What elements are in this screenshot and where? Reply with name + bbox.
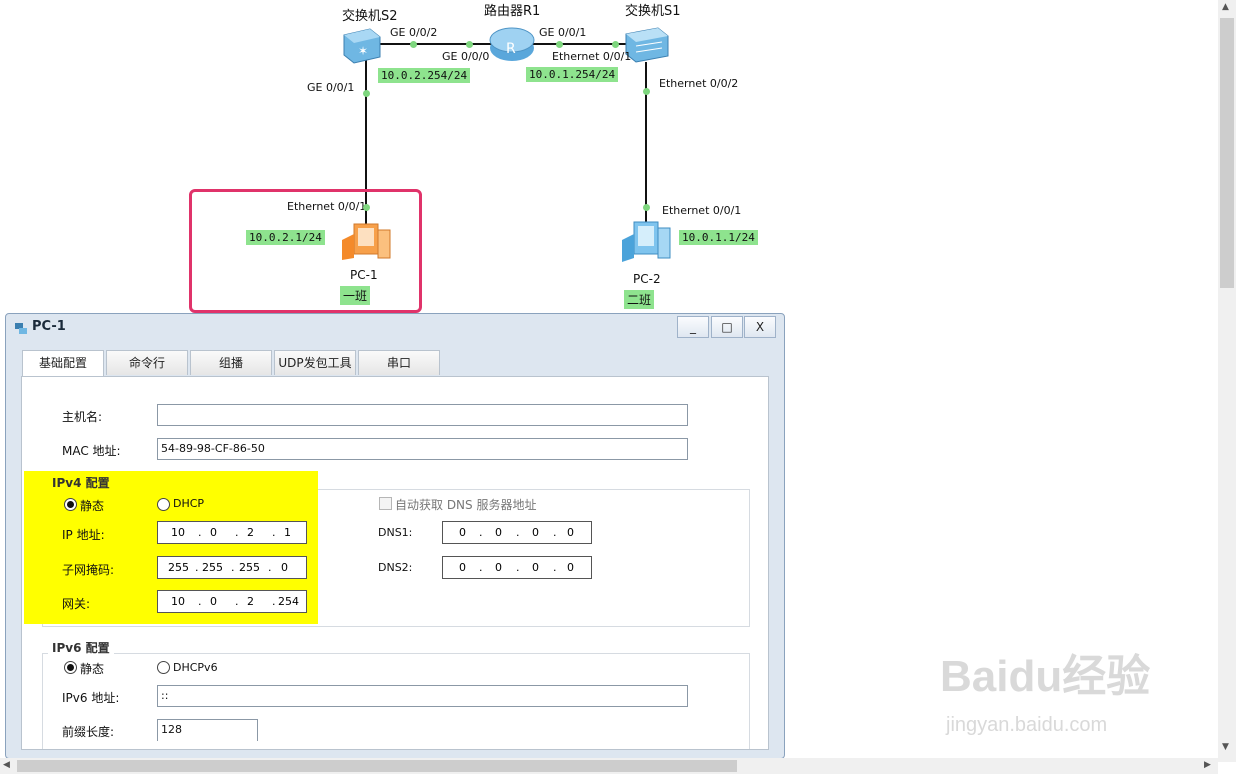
ipv6-static-label: 静态 <box>80 662 105 676</box>
ipv4-dhcp-radio[interactable] <box>157 498 170 511</box>
ipv4-group-title: IPv4 配置 <box>52 476 110 490</box>
port-s1-eth001: Ethernet 0/0/1 <box>552 50 632 63</box>
baidu-watermark: Baidu经验 <box>940 652 1151 701</box>
tab-udp-tool[interactable]: UDP发包工具 <box>274 350 356 375</box>
ipv4-static-label: 静态 <box>80 499 105 513</box>
prefix-length-input[interactable]: 128 <box>157 719 258 741</box>
prefix-length-label: 前缀长度: <box>62 725 115 739</box>
vertical-scrollbar[interactable]: ▲ ▼ <box>1218 0 1236 762</box>
dns2-input[interactable]: 0. 0. 0. 0 <box>442 556 592 579</box>
ipv4-dhcp-label: DHCP <box>173 497 205 510</box>
vertical-scroll-thumb[interactable] <box>1220 18 1234 288</box>
scroll-right-icon[interactable]: ▶ <box>1204 760 1211 770</box>
port-r1-ge000: GE 0/0/0 <box>442 50 490 63</box>
subnet-mask-label: 子网掩码: <box>62 563 115 577</box>
ip-address-label: IP 地址: <box>62 528 105 542</box>
dns1-label: DNS1: <box>378 526 413 539</box>
pc2-tag: 二班 <box>624 290 655 309</box>
scroll-up-icon[interactable]: ▲ <box>1222 2 1229 12</box>
pc1-name: PC-1 <box>350 268 378 282</box>
switch-s2-label: 交换机S2 <box>342 9 398 24</box>
pc1-tag: 一班 <box>340 286 371 305</box>
horizontal-scroll-thumb[interactable] <box>17 760 737 772</box>
ip-address-input[interactable]: 10. 0. 2. 1 <box>157 521 307 544</box>
port-s2-ge001: GE 0/0/1 <box>307 81 355 94</box>
dns2-label: DNS2: <box>378 561 413 574</box>
switch-s1-label: 交换机S1 <box>625 4 681 19</box>
tab-command-line[interactable]: 命令行 <box>106 350 188 375</box>
horizontal-scrollbar[interactable]: ◀ ▶ <box>0 758 1218 774</box>
svg-text:R: R <box>506 41 516 57</box>
ipv6-address-input[interactable]: :: <box>157 685 688 707</box>
window-app-icon <box>14 320 28 334</box>
pc2-name: PC-2 <box>633 272 661 286</box>
auto-dns-checkbox[interactable] <box>379 497 392 510</box>
tab-basic-config[interactable]: 基础配置 <box>22 350 104 376</box>
port-s1-eth002: Ethernet 0/0/2 <box>659 77 739 90</box>
scroll-left-icon[interactable]: ◀ <box>3 760 10 770</box>
gateway-label: 网关: <box>62 597 91 611</box>
topology-links <box>365 43 647 225</box>
link-dot <box>643 204 650 211</box>
router-r1-label: 路由器R1 <box>484 4 541 19</box>
link-dot <box>556 41 563 48</box>
ipv4-static-radio[interactable] <box>64 498 77 511</box>
window-titlebar[interactable]: PC-1 _ □ X <box>6 314 784 341</box>
pc1-icon[interactable] <box>338 220 394 264</box>
dns1-input[interactable]: 0. 0. 0. 0 <box>442 521 592 544</box>
scroll-down-icon[interactable]: ▼ <box>1222 742 1229 752</box>
router-r1-icon[interactable]: R <box>488 22 536 64</box>
pc2-icon[interactable] <box>618 218 674 266</box>
window-title: PC-1 <box>32 319 66 334</box>
link-dot <box>363 90 370 97</box>
hostname-input[interactable] <box>157 404 688 426</box>
ipv6-dhcp-radio[interactable] <box>157 661 170 674</box>
hostname-label: 主机名: <box>62 410 103 424</box>
minimize-button[interactable]: _ <box>677 316 709 338</box>
switch-s2-icon[interactable]: ✶ <box>340 25 384 65</box>
close-button[interactable]: X <box>744 316 776 338</box>
ipv6-group-title: IPv6 配置 <box>48 639 114 656</box>
maximize-button[interactable]: □ <box>711 316 743 338</box>
port-pc2-eth001: Ethernet 0/0/1 <box>662 204 742 217</box>
svg-text:✶: ✶ <box>358 44 368 58</box>
ipv6-static-radio[interactable] <box>64 661 77 674</box>
baidu-watermark-url: jingyan.baidu.com <box>946 714 1108 736</box>
tab-serial[interactable]: 串口 <box>358 350 440 375</box>
mac-label: MAC 地址: <box>62 444 121 458</box>
port-s2-ge002: GE 0/0/2 <box>390 26 438 39</box>
ipv6-address-label: IPv6 地址: <box>62 691 120 705</box>
ip-label-r1-s2: 10.0.2.254/24 <box>378 68 471 83</box>
ip-label-pc2: 10.0.1.1/24 <box>679 230 758 245</box>
ipv6-dhcp-label: DHCPv6 <box>173 661 218 674</box>
auto-dns-label: 自动获取 DNS 服务器地址 <box>395 498 537 512</box>
tab-multicast[interactable]: 组播 <box>190 350 272 375</box>
link-dot <box>410 41 417 48</box>
subnet-mask-input[interactable]: 255. 255. 255. 0 <box>157 556 307 579</box>
link-dot <box>466 41 473 48</box>
port-r1-ge001: GE 0/0/1 <box>539 26 587 39</box>
link-dot <box>643 88 650 95</box>
mac-input[interactable]: 54-89-98-CF-86-50 <box>157 438 688 460</box>
gateway-input[interactable]: 10. 0. 2. 254 <box>157 590 307 613</box>
link-dot <box>612 41 619 48</box>
ip-label-r1-s1: 10.0.1.254/24 <box>526 67 619 82</box>
